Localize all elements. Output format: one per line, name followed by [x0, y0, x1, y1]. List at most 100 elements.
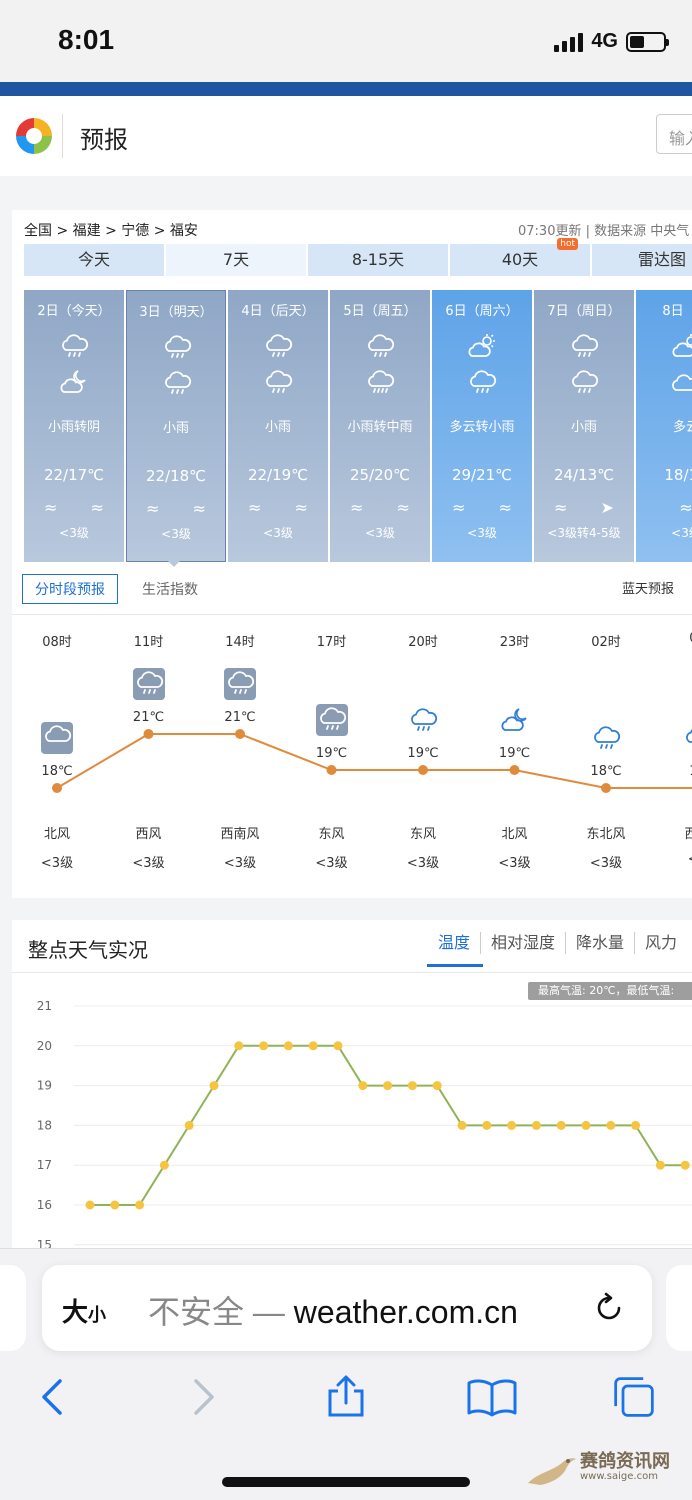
tab-label: 8-15天 — [351, 250, 405, 269]
day-date: 2日（今天） — [37, 304, 111, 319]
section-title: 整点天气实况 — [28, 938, 148, 962]
heavy-rain-cloud-icon — [368, 370, 395, 393]
site-header: 预报 输入 — [0, 96, 692, 176]
search-input[interactable]: 输入 — [656, 114, 692, 154]
address-bar[interactable]: 大小 不安全 — weather.com.cn — [42, 1265, 652, 1351]
hour-temperature: 18℃ — [590, 764, 622, 779]
temperature-point — [85, 1200, 95, 1210]
tab-precipitation[interactable]: 降水量 — [566, 932, 636, 954]
y-tick-label: 18 — [37, 1118, 52, 1132]
temperature-point — [606, 1120, 616, 1130]
status-time: 8:01 — [58, 24, 115, 55]
day-description: 小雨转中雨 — [347, 420, 413, 435]
share-icon[interactable] — [324, 1375, 368, 1419]
hour-wind-direction: 北风 — [501, 827, 528, 842]
day-column[interactable]: 3日（明天） 小雨 22/18℃ ≈ ≈ <3级 — [126, 290, 226, 562]
rain-cloud-icon — [572, 370, 599, 393]
partly-sunny-icon — [672, 334, 692, 357]
tab-40days[interactable]: 40天 hot — [450, 238, 590, 276]
hour-temperature: 18℃ — [41, 764, 73, 779]
wind-direction-icon: ≈ ➤ — [554, 498, 628, 517]
wind-level: <3级转4-5级 — [547, 526, 621, 540]
day-date: 6日（周六） — [445, 304, 519, 319]
tab-label: 今天 — [77, 250, 110, 269]
bookmarks-icon[interactable] — [466, 1375, 518, 1419]
insecure-label: 不安全 — — [148, 1294, 294, 1330]
site-logo-icon[interactable] — [12, 114, 56, 158]
rain-cloud-icon — [594, 726, 621, 749]
tab-temperature[interactable]: 温度 — [428, 932, 482, 954]
subtab-life-index[interactable]: 生活指数 — [130, 575, 210, 603]
hour-wind-level: <3级 — [132, 856, 165, 871]
day-date: 4日（后天） — [241, 304, 315, 319]
hour-wind-level: <3级 — [589, 856, 623, 871]
watermark-name: 赛鸽资讯网 — [580, 1451, 670, 1472]
tab-wind[interactable]: 风力 — [635, 932, 687, 954]
temperature-point — [135, 1200, 145, 1210]
hour-temperature: 19℃ — [407, 746, 439, 761]
temperature-chart: 21201918171615 — [37, 999, 692, 1252]
divider — [12, 972, 692, 973]
hour-wind-direction: 东北风 — [586, 827, 626, 842]
hour-temperature: 19℃ — [498, 746, 531, 761]
next-tab-preview[interactable] — [666, 1265, 692, 1351]
rain-cloud-icon — [572, 334, 599, 357]
watermark: 赛鸽资讯网 www.saige.com — [522, 1443, 692, 1499]
tab-label: 40天 — [501, 250, 539, 269]
forward-icon[interactable] — [180, 1375, 224, 1419]
day-column[interactable]: 7日（周日） 小雨 24/13℃ ≈ ➤ <3级转4-5级 — [534, 290, 634, 562]
rain-cloud-icon — [266, 370, 293, 393]
rain-cloud-icon — [368, 334, 395, 357]
day-column[interactable]: 4日（后天） 小雨 22/19℃ ≈ ≈ <3级 — [228, 290, 328, 562]
wind-level: <3级 — [671, 526, 692, 540]
pigeon-logo-icon — [528, 1458, 576, 1485]
previous-tab-preview[interactable] — [0, 1265, 26, 1351]
temperature-point — [407, 1081, 417, 1091]
bluesky-forecast-link[interactable]: 蓝天预报 — [622, 578, 674, 597]
rain-cloud-icon — [266, 334, 293, 357]
tab-today[interactable]: 今天 — [24, 244, 164, 276]
day-column[interactable]: 2日（今天） 小雨转阴 22/17℃ ≈ ≈ <3级 — [24, 290, 124, 562]
status-indicators: 4G — [554, 30, 669, 53]
rain-cloud-icon — [165, 371, 192, 394]
temperature-point — [581, 1120, 591, 1130]
hour-temperature: 19℃ — [315, 746, 348, 761]
hourly-forecast: 08时 18℃ 北风 <3级 11时 21℃ 西风 <3级 14时 21℃ 西南风 <3级 17时 19℃… — [12, 615, 692, 898]
hour-wind-level: <3级 — [223, 856, 257, 871]
day-description: 小雨转阴 — [47, 420, 100, 435]
temperature-point — [308, 1041, 318, 1051]
day-temperature: 29/21℃ — [451, 466, 513, 484]
day-description: 小雨 — [162, 421, 189, 436]
wind-level: <3级 — [161, 527, 191, 541]
tab-radar[interactable]: 雷达图 — [592, 244, 692, 276]
partly-sunny-icon — [468, 334, 495, 357]
hour-wind-level: <3级 — [315, 856, 348, 871]
url-text[interactable]: 不安全 — weather.com.cn — [148, 1287, 518, 1333]
breadcrumb[interactable]: 全国 > 福建 > 宁德 > 福安 — [24, 220, 198, 240]
hour-wind-direction: 北风 — [43, 827, 70, 842]
wind-level: <3级 — [59, 526, 89, 540]
tab-8-15days[interactable]: 8-15天 — [308, 244, 448, 276]
rain-box-icon — [224, 668, 256, 700]
reload-icon[interactable] — [592, 1291, 626, 1325]
subtab-hourly[interactable]: 分时段预报 — [22, 574, 118, 604]
wind-direction-icon: ≈ ≈ — [452, 498, 526, 517]
tabs-icon[interactable] — [610, 1375, 658, 1419]
day-column[interactable]: 6日（周六） 多云转小雨 29/21℃ ≈ ≈ <3级 — [432, 290, 532, 562]
wind-direction-icon: ≈ ≈ — [350, 498, 424, 517]
signal-icon — [554, 32, 584, 52]
y-tick-label: 21 — [37, 999, 52, 1013]
hourly-point — [52, 783, 62, 793]
day-column[interactable]: 5日（周五） 小雨转中雨 25/20℃ ≈ ≈ <3级 — [330, 290, 430, 562]
hour-time: 23时 — [499, 635, 530, 650]
day-column[interactable]: 8日（周多云 18/10 ≈ <3级 — [636, 290, 692, 562]
day-temperature: 18/10 — [664, 466, 692, 484]
tab-7days[interactable]: 7天 — [166, 244, 306, 276]
wind-direction-icon: ≈ ≈ — [146, 499, 220, 518]
url-domain: weather.com.cn — [293, 1294, 518, 1330]
wind-level: <3级 — [365, 526, 395, 540]
hourly-point — [326, 765, 337, 775]
back-icon[interactable] — [32, 1375, 76, 1419]
tab-humidity[interactable]: 相对湿度 — [481, 932, 567, 954]
text-size-button[interactable]: 大小 — [62, 1292, 106, 1329]
